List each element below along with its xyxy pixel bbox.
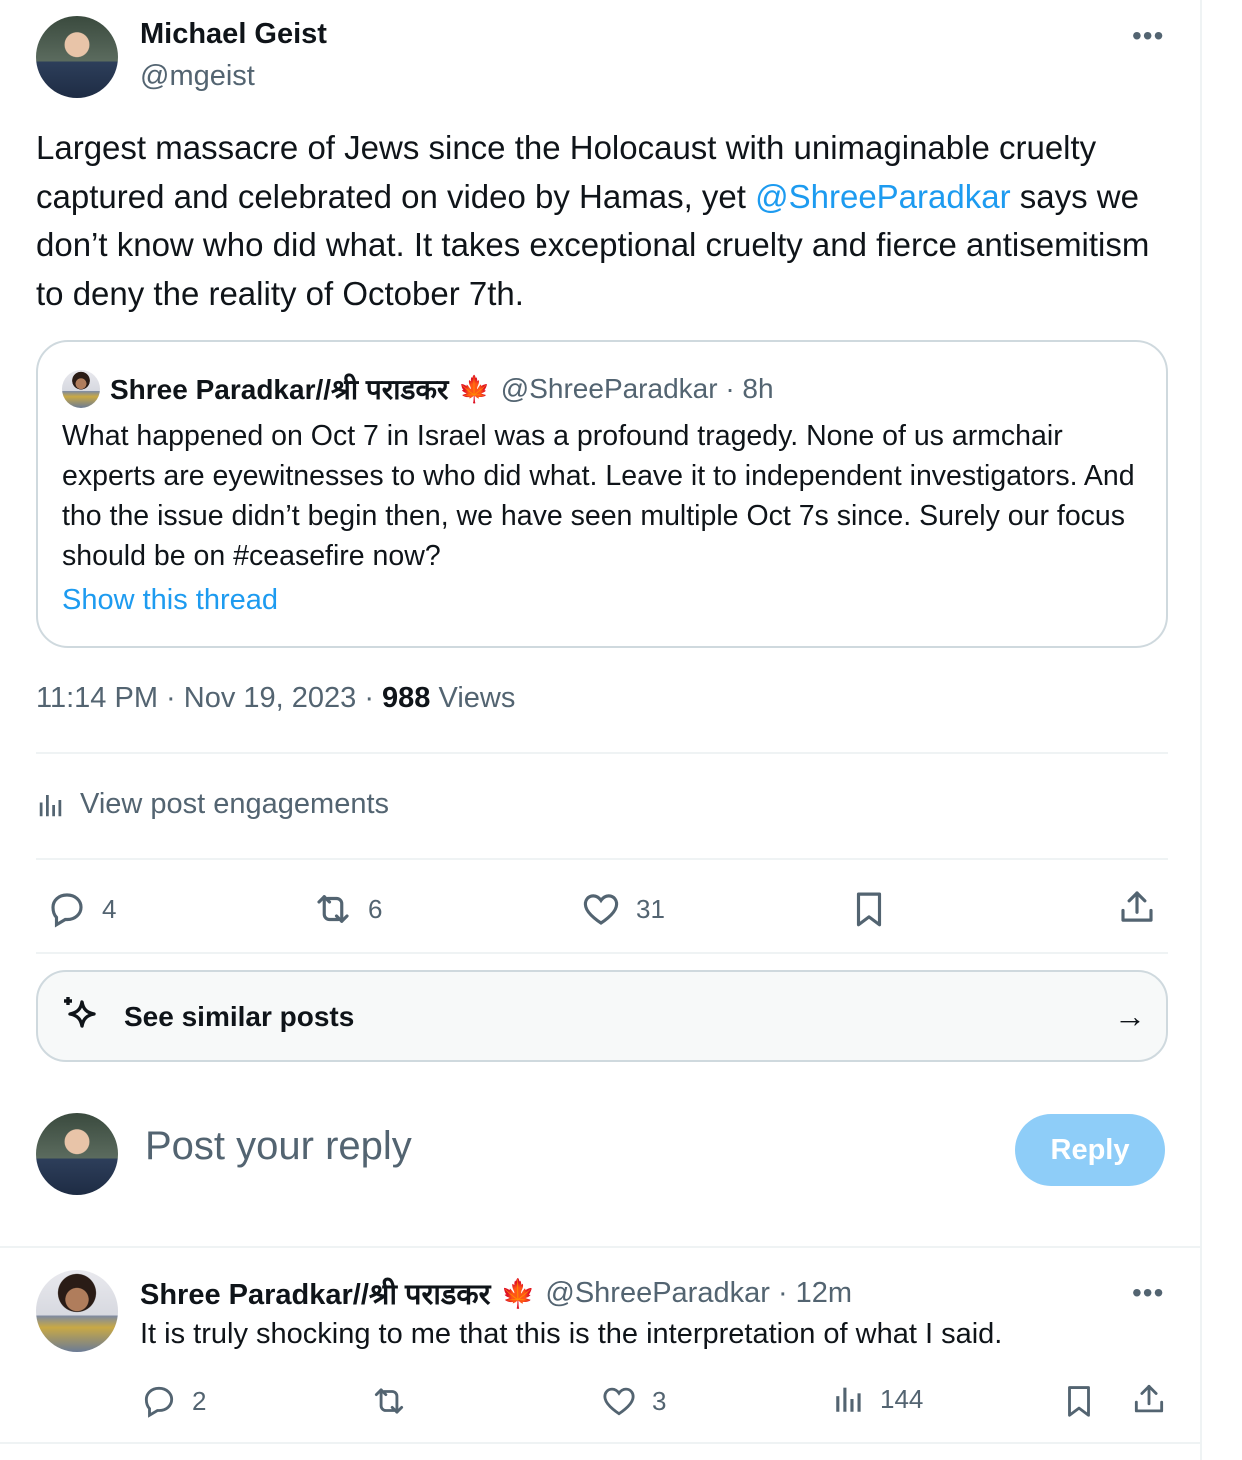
- views-count: 988: [382, 682, 431, 714]
- view-engagements-label: View post engagements: [80, 788, 390, 820]
- quoted-post-card[interactable]: Shree Paradkar//श्री पराडकर 🍁 @ShreePara…: [36, 340, 1168, 648]
- share-action[interactable]: [1116, 886, 1158, 928]
- author-name[interactable]: Michael Geist: [140, 18, 327, 51]
- divider: [0, 1246, 1202, 1248]
- bookmark-action[interactable]: [848, 888, 890, 930]
- maple-leaf-icon: 🍁: [500, 1278, 536, 1309]
- comment-icon: [140, 1382, 178, 1420]
- bookmark-icon: [848, 888, 890, 930]
- sparkle-icon: [58, 992, 106, 1040]
- see-similar-posts-button[interactable]: See similar posts →: [36, 970, 1168, 1062]
- repost-action[interactable]: 6: [312, 888, 382, 930]
- more-dots-icon[interactable]: •••: [1132, 22, 1164, 50]
- reply-repost-action[interactable]: [370, 1382, 422, 1420]
- reply-like-action[interactable]: 3: [600, 1382, 666, 1420]
- maple-leaf-icon: 🍁: [458, 373, 491, 404]
- bookmark-icon: [1060, 1382, 1098, 1420]
- reply-bookmark-action[interactable]: [1060, 1382, 1098, 1420]
- divider: [36, 752, 1168, 754]
- divider: [36, 952, 1168, 954]
- quoted-author-avatar: [62, 370, 100, 408]
- heart-icon: [600, 1382, 638, 1420]
- divider: [0, 1442, 1202, 1444]
- quoted-author-name: Shree Paradkar//श्री पराडकर: [110, 374, 449, 405]
- analytics-icon: [36, 790, 66, 820]
- quoted-post-header: Shree Paradkar//श्री पराडकर 🍁 @ShreePara…: [62, 370, 774, 408]
- like-count: 3: [652, 1385, 667, 1416]
- share-icon: [1130, 1380, 1168, 1418]
- see-similar-posts-label: See similar posts: [124, 1001, 355, 1032]
- divider: [36, 858, 1168, 860]
- reply-views-action[interactable]: 144: [832, 1382, 923, 1416]
- reply-post-text: It is truly shocking to me that this is …: [140, 1318, 1003, 1350]
- views-label: Views: [438, 682, 516, 714]
- repost-count: 6: [368, 893, 383, 924]
- post-timestamp-views: 11:14 PM · Nov 19, 2023 · 988 Views: [36, 682, 515, 715]
- reply-post-header: Shree Paradkar//श्री पराडकर 🍁 @ShreePara…: [140, 1274, 852, 1313]
- quoted-author-meta: @ShreeParadkar · 8h: [500, 373, 774, 404]
- comment-icon: [46, 888, 88, 930]
- reply-input[interactable]: Post your reply: [145, 1124, 412, 1169]
- like-action[interactable]: 31: [580, 888, 665, 930]
- repost-icon: [370, 1382, 408, 1420]
- reply-reply-action[interactable]: 2: [140, 1382, 206, 1420]
- views-count: 144: [880, 1383, 924, 1414]
- repost-icon: [312, 888, 354, 930]
- analytics-icon: [832, 1382, 866, 1416]
- reply-share-action[interactable]: [1130, 1380, 1168, 1418]
- show-thread-link[interactable]: Show this thread: [62, 584, 278, 617]
- like-count: 31: [636, 893, 665, 924]
- view-engagements-link[interactable]: View post engagements: [36, 788, 389, 821]
- author-handle[interactable]: @mgeist: [140, 60, 255, 93]
- reply-action[interactable]: 4: [46, 888, 116, 930]
- mention-link[interactable]: @ShreeParadkar: [755, 178, 1010, 215]
- quoted-post-text: What happened on Oct 7 in Israel was a p…: [62, 420, 1135, 572]
- share-icon: [1116, 886, 1158, 928]
- reply-count: 4: [102, 893, 117, 924]
- heart-icon: [580, 888, 622, 930]
- post-timestamp[interactable]: 11:14 PM · Nov 19, 2023 ·: [36, 682, 382, 714]
- reply-button[interactable]: Reply: [1015, 1114, 1165, 1186]
- post-text: Largest massacre of Jews since the Holoc…: [36, 124, 1176, 318]
- more-dots-icon[interactable]: •••: [1132, 1279, 1164, 1307]
- reply-author-meta[interactable]: @ShreeParadkar · 12m: [545, 1277, 852, 1310]
- composer-avatar: [36, 1113, 118, 1195]
- author-avatar[interactable]: [36, 16, 118, 98]
- reply-author-avatar[interactable]: [36, 1270, 118, 1352]
- reply-author-name[interactable]: Shree Paradkar//श्री पराडकर: [140, 1274, 491, 1313]
- arrow-right-icon: →: [1114, 998, 1146, 1034]
- post-detail-view: Michael Geist @mgeist ••• Largest massac…: [0, 0, 1202, 1460]
- reply-count: 2: [192, 1385, 207, 1416]
